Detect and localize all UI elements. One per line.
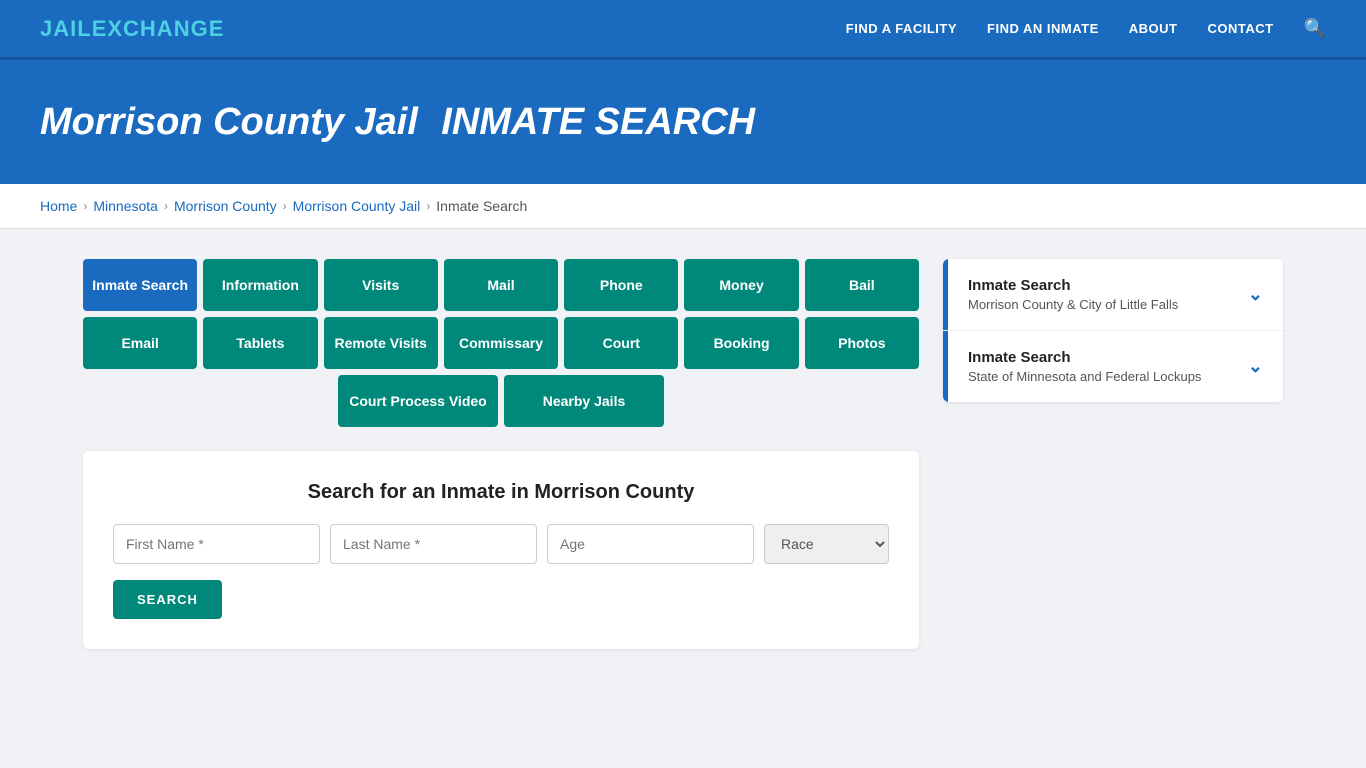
nav-find-inmate[interactable]: FIND AN INMATE [987, 21, 1099, 36]
sidebar-item-morrison-county-title: Inmate Search [968, 277, 1178, 294]
nav-btn-email[interactable]: Email [83, 317, 197, 369]
sidebar-item-state-federal-title: Inmate Search [968, 349, 1201, 366]
breadcrumb-sep-2: › [164, 199, 168, 213]
sidebar-item-state-federal-text: Inmate Search State of Minnesota and Fed… [968, 349, 1201, 384]
logo-exchange: EXCHANGE [92, 16, 225, 41]
nav-btn-phone[interactable]: Phone [564, 259, 678, 311]
nav-btn-money[interactable]: Money [684, 259, 798, 311]
race-select[interactable]: Race White Black Hispanic Asian Other [764, 524, 889, 564]
breadcrumb-morrison-county[interactable]: Morrison County [174, 198, 277, 214]
right-sidebar: Inmate Search Morrison County & City of … [943, 259, 1283, 406]
search-form-container: Search for an Inmate in Morrison County … [83, 451, 919, 649]
nav-btn-information[interactable]: Information [203, 259, 317, 311]
page-title-main: Morrison County Jail [40, 101, 418, 143]
nav-btn-mail[interactable]: Mail [444, 259, 558, 311]
nav-btn-booking[interactable]: Booking [684, 317, 798, 369]
age-input[interactable] [547, 524, 754, 564]
breadcrumb-current: Inmate Search [436, 198, 527, 214]
nav-btn-tablets[interactable]: Tablets [203, 317, 317, 369]
breadcrumb-sep-4: › [426, 199, 430, 213]
left-column: Inmate Search Information Visits Mail Ph… [83, 259, 919, 649]
main-nav: FIND A FACILITY FIND AN INMATE ABOUT CON… [846, 18, 1326, 39]
nav-buttons-row1: Inmate Search Information Visits Mail Ph… [83, 259, 919, 311]
page-title: Morrison County Jail INMATE SEARCH [40, 96, 1326, 144]
nav-btn-court-process-video[interactable]: Court Process Video [338, 375, 498, 427]
nav-btn-commissary[interactable]: Commissary [444, 317, 558, 369]
breadcrumb-morrison-county-jail[interactable]: Morrison County Jail [293, 198, 421, 214]
search-button[interactable]: SEARCH [113, 580, 222, 619]
nav-btn-visits[interactable]: Visits [324, 259, 438, 311]
nav-buttons-row3: Court Process Video Nearby Jails [83, 375, 919, 427]
sidebar-item-morrison-county[interactable]: Inmate Search Morrison County & City of … [943, 259, 1283, 330]
nav-contact[interactable]: CONTACT [1207, 21, 1273, 36]
nav-btn-remote-visits[interactable]: Remote Visits [324, 317, 438, 369]
search-icon-button[interactable]: 🔍 [1304, 18, 1326, 39]
nav-buttons-row2: Email Tablets Remote Visits Commissary C… [83, 317, 919, 369]
nav-btn-bail[interactable]: Bail [805, 259, 919, 311]
last-name-input[interactable] [330, 524, 537, 564]
sidebar-card: Inmate Search Morrison County & City of … [943, 259, 1283, 402]
breadcrumb: Home › Minnesota › Morrison County › Mor… [0, 184, 1366, 229]
nav-btn-photos[interactable]: Photos [805, 317, 919, 369]
breadcrumb-sep-3: › [283, 199, 287, 213]
breadcrumb-home[interactable]: Home [40, 198, 77, 214]
breadcrumb-minnesota[interactable]: Minnesota [93, 198, 158, 214]
first-name-input[interactable] [113, 524, 320, 564]
main-content: Inmate Search Information Visits Mail Ph… [43, 229, 1323, 679]
search-fields: Race White Black Hispanic Asian Other [113, 524, 889, 564]
nav-find-facility[interactable]: FIND A FACILITY [846, 21, 957, 36]
sidebar-item-state-federal-subtitle: State of Minnesota and Federal Lockups [968, 369, 1201, 384]
sidebar-item-state-federal[interactable]: Inmate Search State of Minnesota and Fed… [943, 331, 1283, 402]
sidebar-item-morrison-county-text: Inmate Search Morrison County & City of … [968, 277, 1178, 312]
breadcrumb-sep-1: › [83, 199, 87, 213]
hero-section: Morrison County Jail INMATE SEARCH [0, 60, 1366, 184]
site-logo[interactable]: JAILEXCHANGE [40, 16, 224, 42]
page-title-italic: INMATE SEARCH [441, 101, 755, 143]
chevron-down-icon-2: ⌄ [1248, 356, 1263, 377]
nav-about[interactable]: ABOUT [1129, 21, 1178, 36]
search-form-title: Search for an Inmate in Morrison County [113, 481, 889, 504]
nav-btn-inmate-search[interactable]: Inmate Search [83, 259, 197, 311]
nav-btn-court[interactable]: Court [564, 317, 678, 369]
nav-btn-nearby-jails[interactable]: Nearby Jails [504, 375, 664, 427]
site-header: JAILEXCHANGE FIND A FACILITY FIND AN INM… [0, 0, 1366, 60]
logo-jail: JAIL [40, 16, 92, 41]
sidebar-item-morrison-county-subtitle: Morrison County & City of Little Falls [968, 297, 1178, 312]
chevron-down-icon: ⌄ [1248, 284, 1263, 305]
